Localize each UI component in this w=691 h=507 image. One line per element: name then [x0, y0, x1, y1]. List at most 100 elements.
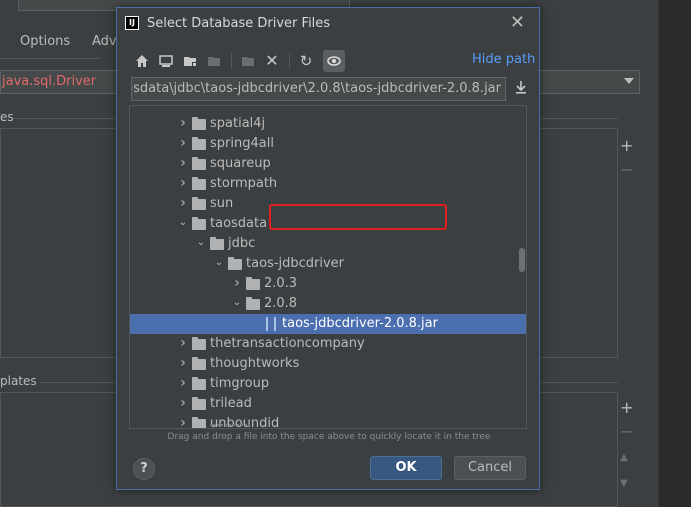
add-template-button[interactable]: +: [620, 398, 633, 417]
url-templates-section-label: plates: [0, 374, 37, 388]
folder-icon: [192, 137, 206, 150]
path-input[interactable]: m\taosdata\jdbc\taos-jdbcdriver\2.0.8\ta…: [131, 77, 506, 101]
tree-folder-item[interactable]: › trilead: [130, 394, 526, 414]
tree-item-label: timgroup: [210, 376, 270, 391]
folder-icon: [192, 177, 206, 190]
tab-divider: [0, 58, 100, 59]
chevron-right-icon[interactable]: ›: [178, 175, 188, 191]
cancel-button[interactable]: Cancel: [454, 456, 526, 480]
select-driver-files-dialog: IJ Select Database Driver Files ✕ ✕ ↻ Hi…: [116, 7, 540, 490]
tree-item-label: taos-jdbcdriver-2.0.8.jar: [282, 316, 438, 331]
tree-folder-item[interactable]: › timgroup: [130, 374, 526, 394]
refresh-icon[interactable]: ↻: [295, 50, 317, 72]
tree-partial-row: [210, 424, 250, 428]
folder-icon: [192, 377, 206, 390]
tree-item-label: thoughtworks: [210, 356, 300, 371]
tree-item-label: squareup: [210, 156, 271, 171]
tree-folder-item[interactable]: › stormpath: [130, 174, 526, 194]
add-file-button[interactable]: +: [620, 136, 633, 155]
tree-folder-item[interactable]: › spring4all: [130, 134, 526, 154]
folder-icon: [246, 297, 260, 310]
remove-file-button[interactable]: −: [620, 160, 633, 179]
file-chooser-toolbar: ✕ ↻: [131, 50, 431, 72]
tree-item-label: spring4all: [210, 136, 274, 151]
chevron-down-icon[interactable]: ⌄: [214, 257, 224, 268]
home-icon[interactable]: [131, 50, 153, 72]
chevron-right-icon[interactable]: ›: [178, 335, 188, 351]
toolbar-separator: [289, 53, 290, 69]
chevron-down-icon[interactable]: ⌄: [178, 217, 188, 228]
chevron-right-icon[interactable]: ›: [178, 155, 188, 171]
tree-item-label: taos-jdbcdriver: [246, 256, 344, 271]
driver-class-value: java.sql.Driver: [2, 74, 97, 89]
dialog-titlebar[interactable]: IJ Select Database Driver Files ✕: [117, 8, 539, 38]
folder-icon: [192, 197, 206, 210]
move-down-button[interactable]: ▼: [620, 478, 628, 489]
folder-icon: [246, 277, 260, 290]
chevron-right-icon[interactable]: ›: [178, 395, 188, 411]
tree-folder-item[interactable]: › thoughtworks: [130, 354, 526, 374]
path-input-value: m\taosdata\jdbc\taos-jdbcdriver\2.0.8\ta…: [131, 81, 501, 96]
delete-icon[interactable]: ✕: [261, 50, 283, 72]
tab-advanced[interactable]: Adv: [92, 34, 117, 49]
new-folder-icon[interactable]: [237, 50, 259, 72]
tree-folder-item[interactable]: ⌄ 2.0.8: [130, 294, 526, 314]
tree-item-label: 2.0.8: [264, 296, 298, 311]
folder-icon: [192, 337, 206, 350]
tree-folder-item[interactable]: ⌄ jdbc: [130, 234, 526, 254]
file-tree[interactable]: › unboundid › trilead › timgroup › thoughtworks…: [129, 105, 527, 429]
folder-icon: [192, 357, 206, 370]
tree-folder-item[interactable]: ⌄ taos-jdbcdriver: [130, 254, 526, 274]
tree-folder-item[interactable]: › spatial4j: [130, 114, 526, 134]
hide-path-link[interactable]: Hide path: [472, 52, 535, 67]
chevron-right-icon[interactable]: ›: [178, 375, 188, 391]
chevron-down-icon[interactable]: ⌄: [196, 237, 206, 248]
tree-folder-item[interactable]: › thetransactioncompany: [130, 334, 526, 354]
help-button[interactable]: ?: [133, 458, 155, 480]
tree-item-label: stormpath: [210, 176, 278, 191]
tree-file-item[interactable]: taos-jdbcdriver-2.0.8.jar: [130, 314, 526, 334]
chevron-down-icon[interactable]: [624, 78, 634, 84]
chevron-right-icon[interactable]: ›: [178, 415, 188, 428]
folder-icon: [192, 117, 206, 130]
right-tool-strip: [658, 0, 691, 507]
tree-item-label: sun: [210, 196, 234, 211]
ok-button[interactable]: OK: [370, 456, 442, 480]
tree-scrollbar-thumb[interactable]: [519, 248, 525, 272]
close-icon[interactable]: ✕: [510, 12, 525, 33]
intellij-logo-icon: IJ: [125, 16, 139, 30]
folder-icon: [192, 397, 206, 410]
tree-folder-item[interactable]: › 2.0.3: [130, 274, 526, 294]
folder-icon: [192, 417, 206, 428]
folder-icon: [210, 237, 224, 250]
dialog-title: Select Database Driver Files: [147, 16, 331, 31]
drag-drop-hint: Drag and drop a file into the space abov…: [167, 432, 491, 442]
folder-icon: [192, 157, 206, 170]
chevron-right-icon[interactable]: ›: [232, 275, 242, 291]
chevron-right-icon[interactable]: ›: [178, 115, 188, 131]
tree-item-label: trilead: [210, 396, 252, 411]
move-up-button[interactable]: ▲: [620, 452, 628, 463]
module-folder-icon[interactable]: [203, 50, 225, 72]
tree-item-label: spatial4j: [210, 116, 266, 131]
project-folder-icon[interactable]: [179, 50, 201, 72]
chevron-right-icon[interactable]: ›: [178, 355, 188, 371]
chevron-right-icon[interactable]: ›: [178, 195, 188, 211]
tree-item-label: jdbc: [228, 236, 256, 251]
tree-folder-item[interactable]: › unboundid: [130, 414, 526, 428]
tree-folder-item[interactable]: › squareup: [130, 154, 526, 174]
remove-template-button[interactable]: −: [620, 422, 633, 441]
show-hidden-icon[interactable]: [323, 50, 345, 72]
tree-item-label: taosdata: [210, 216, 268, 231]
jar-file-icon: [266, 317, 276, 331]
chevron-right-icon[interactable]: ›: [178, 135, 188, 151]
download-icon[interactable]: [514, 80, 528, 98]
selection-highlight-annotation: [269, 204, 447, 230]
driver-files-section-label: es: [0, 110, 14, 124]
folder-icon: [228, 257, 242, 270]
folder-icon: [192, 217, 206, 230]
chevron-down-icon[interactable]: ⌄: [232, 297, 242, 308]
tab-options[interactable]: Options: [20, 34, 70, 49]
tree-item-label: 2.0.3: [264, 276, 298, 291]
desktop-icon[interactable]: [155, 50, 177, 72]
